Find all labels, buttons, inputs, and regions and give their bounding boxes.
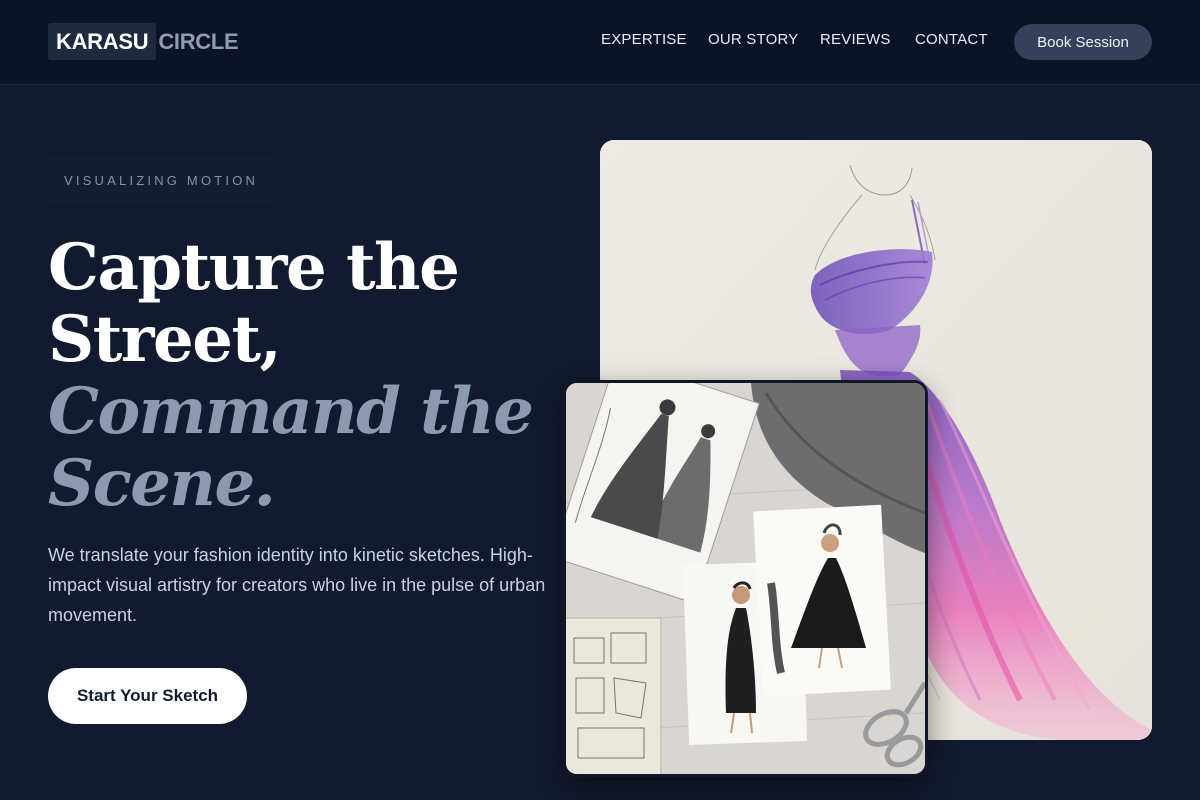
book-session-button[interactable]: Book Session (1014, 24, 1152, 60)
hero-headline: Capture the Street, Command the Scene. (48, 230, 534, 521)
site-header: KARASU CIRCLE EXPERTISE OUR STORY REVIEW… (0, 0, 1200, 85)
hero-eyebrow: VISUALIZING MOTION (48, 156, 272, 204)
logo[interactable]: KARASU CIRCLE (48, 23, 239, 60)
headline-line-3: Command the (48, 374, 534, 449)
nav-item-contact[interactable]: CONTACT (915, 31, 988, 48)
sketchbook-photo-art (566, 383, 925, 774)
sketchbook-photo (563, 380, 928, 777)
headline-line-4: Scene. (48, 446, 276, 521)
nav-item-reviews[interactable]: REVIEWS (820, 31, 891, 48)
start-sketch-button[interactable]: Start Your Sketch (48, 668, 247, 724)
logo-secondary-text: CIRCLE (158, 28, 239, 54)
headline-line-1: Capture the (48, 230, 460, 305)
nav-item-our-story[interactable]: OUR STORY (708, 31, 798, 48)
nav-item-expertise[interactable]: EXPERTISE (601, 31, 687, 48)
logo-primary-text: KARASU (48, 23, 157, 60)
hero-lead-text: We translate your fashion identity into … (48, 545, 546, 625)
headline-line-2: Street, (48, 302, 282, 377)
